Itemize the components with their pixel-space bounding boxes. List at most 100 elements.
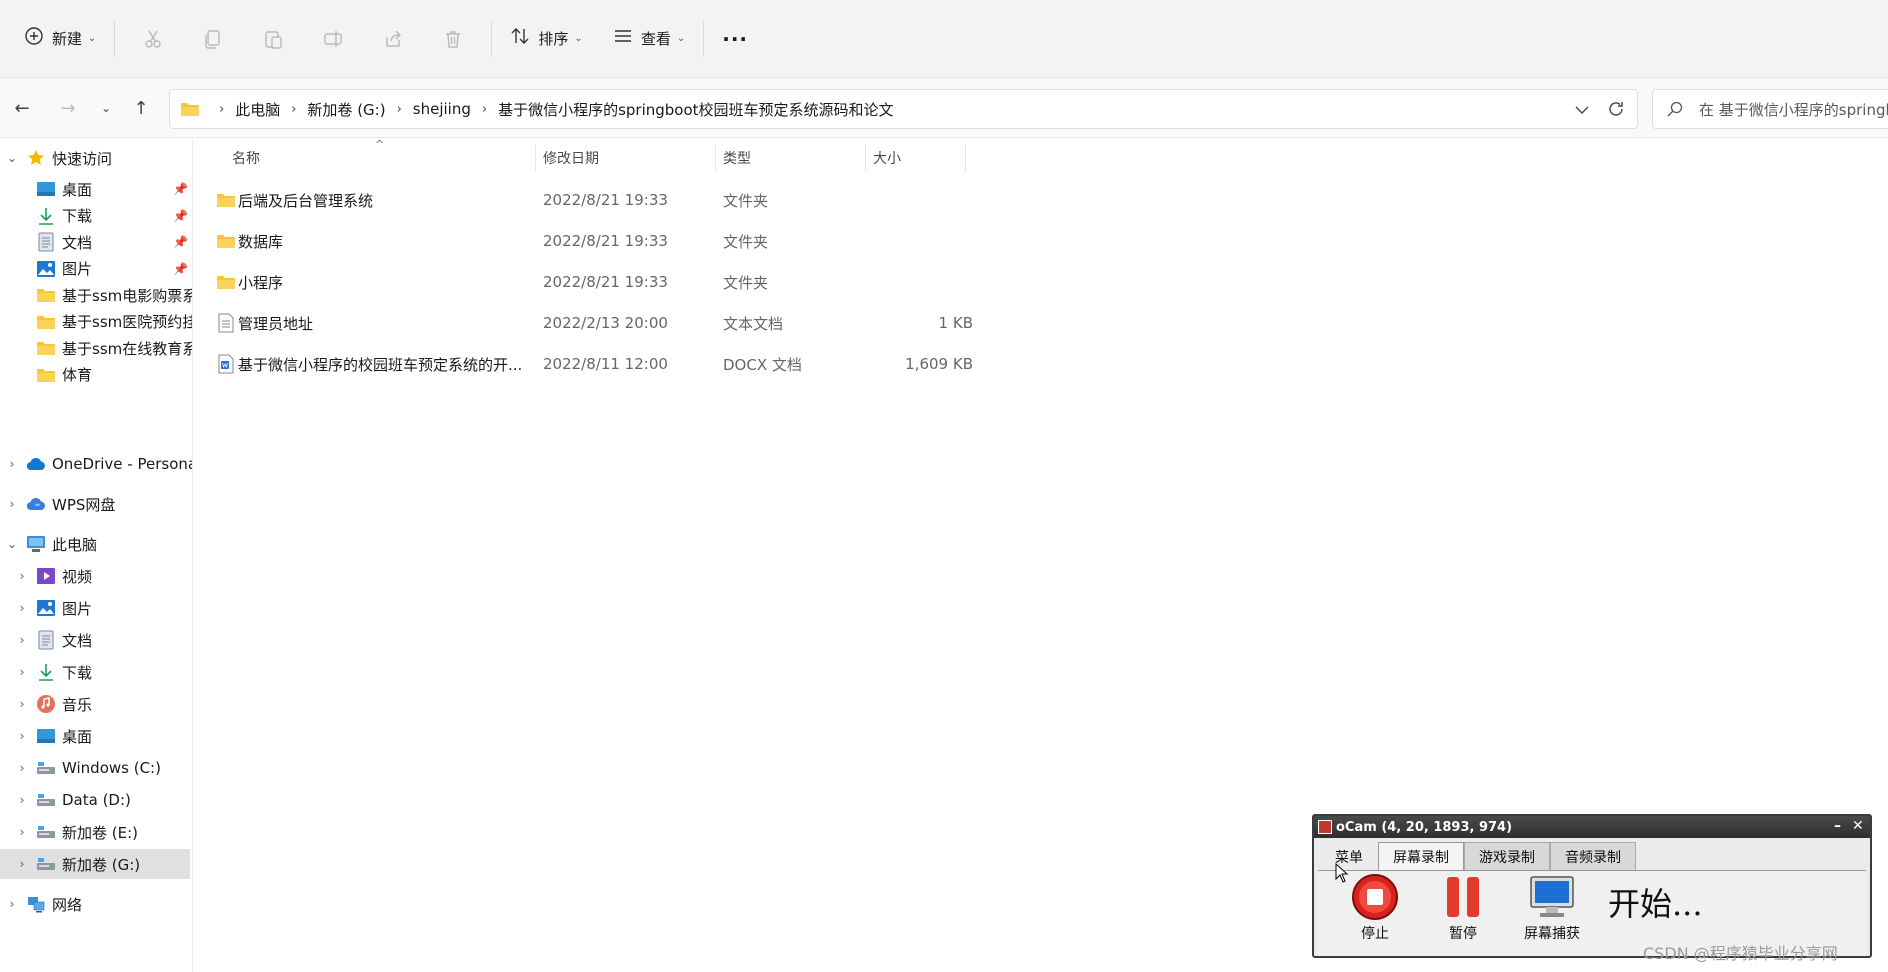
more-icon: ··· xyxy=(722,26,749,51)
sidebar-item-label: 网络 xyxy=(52,895,83,914)
file-type: 文件夹 xyxy=(723,191,769,210)
sidebar-item-quick-3[interactable]: 图片 📌 xyxy=(0,254,192,284)
sidebar-item-pc-1[interactable]: › 图片 xyxy=(0,593,192,623)
recent-locations-button[interactable]: ⌄ xyxy=(94,96,118,120)
sidebar-item-label: 图片 xyxy=(62,260,93,278)
column-header-size[interactable]: 大小 xyxy=(873,138,901,178)
breadcrumb-shejiing[interactable]: shejiing xyxy=(413,100,471,118)
chevron-right-icon[interactable]: › xyxy=(15,729,29,743)
rename-button[interactable] xyxy=(303,19,363,59)
refresh-button[interactable] xyxy=(1600,100,1632,122)
sidebar-item-wps[interactable]: › WPS网盘 xyxy=(0,489,192,519)
sidebar-item-quick-4[interactable]: 基于ssm电影购票系 xyxy=(0,280,192,310)
chevron-right-icon[interactable]: › xyxy=(5,457,19,471)
column-divider[interactable] xyxy=(965,144,966,172)
sidebar-item-pc-5[interactable]: › 桌面 xyxy=(0,721,192,751)
chevron-right-icon[interactable]: › xyxy=(15,857,29,871)
ocam-tab-game-record[interactable]: 游戏录制 xyxy=(1464,842,1550,870)
column-header-type[interactable]: 类型 xyxy=(723,138,751,178)
chevron-right-icon[interactable]: › xyxy=(15,665,29,679)
chevron-right-icon[interactable]: › xyxy=(15,793,29,807)
file-row[interactable]: 后端及后台管理系统 2022/8/21 19:33 文件夹 xyxy=(216,183,1160,217)
ocam-stop-button[interactable]: 停止 xyxy=(1340,873,1410,943)
folder-icon xyxy=(180,101,200,117)
address-history-button[interactable] xyxy=(1566,100,1598,122)
column-divider[interactable] xyxy=(715,144,716,172)
sidebar-item-label: 桌面 xyxy=(62,727,93,746)
new-button[interactable]: 新建 ⌄ xyxy=(14,19,106,59)
ocam-titlebar[interactable]: oCam (4, 20, 1893, 974) – ✕ xyxy=(1314,816,1870,838)
file-row[interactable]: 数据库 2022/8/21 19:33 文件夹 xyxy=(216,224,1160,258)
chevron-right-icon[interactable]: › xyxy=(5,897,19,911)
sidebar-item-quick-6[interactable]: 基于ssm在线教育系 xyxy=(0,333,192,363)
column-header-modified[interactable]: 修改日期 xyxy=(543,138,599,178)
folder-icon xyxy=(36,285,56,305)
chevron-right-icon[interactable]: › xyxy=(15,601,29,615)
pin-icon[interactable]: 📌 xyxy=(173,262,188,276)
chevron-right-icon[interactable]: › xyxy=(15,825,29,839)
sidebar-item-pc-4[interactable]: › 音乐 xyxy=(0,689,192,719)
up-button[interactable]: ↑ xyxy=(129,96,153,120)
sidebar-item-quick-7[interactable]: 体育 xyxy=(0,360,192,390)
sidebar-item-quick-access[interactable]: ⌄ 快速访问 xyxy=(0,143,192,173)
ocam-capture-button[interactable]: 屏幕捕获 xyxy=(1514,873,1590,943)
ocam-pause-label: 暂停 xyxy=(1449,926,1477,942)
file-row[interactable]: 基于微信小程序的校园班车预定系统的开... 2022/8/11 12:00 DOCX… xyxy=(216,347,1160,381)
chevron-down-icon[interactable]: ⌄ xyxy=(5,537,19,551)
view-button[interactable]: 查看 ⌄ xyxy=(603,19,695,59)
sidebar-item-pc-6[interactable]: › Windows (C:) xyxy=(0,753,192,783)
file-row[interactable]: 管理员地址 2022/2/13 20:00 文本文档 1 KB xyxy=(216,306,1160,340)
ocam-menu-tab[interactable]: 菜单 xyxy=(1320,842,1378,870)
paste-button[interactable] xyxy=(243,19,303,59)
sidebar-item-pc-9[interactable]: › 新加卷 (G:) xyxy=(0,849,190,879)
delete-button[interactable] xyxy=(423,19,483,59)
sidebar-item-quick-2[interactable]: 文档 📌 xyxy=(0,227,192,257)
sidebar-item-quick-5[interactable]: 基于ssm医院预约挂 xyxy=(0,307,192,337)
sidebar-item-network[interactable]: › 网络 xyxy=(0,889,192,919)
pause-icon xyxy=(1439,873,1487,921)
sort-label: 排序 xyxy=(538,30,569,48)
breadcrumb-this-pc[interactable]: 此电脑 xyxy=(235,99,280,120)
search-input[interactable]: 在 基于微信小程序的springboot校园班车预定系统源码和论文 中搜索 xyxy=(1652,89,1888,129)
forward-button[interactable]: → xyxy=(56,96,80,120)
file-row[interactable]: 小程序 2022/8/21 19:33 文件夹 xyxy=(216,265,1160,299)
column-divider[interactable] xyxy=(865,144,866,172)
back-button[interactable]: ← xyxy=(10,96,34,120)
breadcrumb-drive-g[interactable]: 新加卷 (G:) xyxy=(307,99,385,120)
address-bar[interactable]: › 此电脑 › 新加卷 (G:) › shejiing › 基于微信小程序的sp… xyxy=(169,89,1638,129)
chevron-down-icon[interactable]: ⌄ xyxy=(5,151,19,165)
sidebar-item-this-pc[interactable]: ⌄ 此电脑 xyxy=(0,529,192,559)
share-button[interactable] xyxy=(363,19,423,59)
file-modified: 2022/8/21 19:33 xyxy=(543,232,668,250)
chevron-right-icon[interactable]: › xyxy=(15,697,29,711)
pin-icon[interactable]: 📌 xyxy=(173,182,188,196)
breadcrumb-current-folder[interactable]: 基于微信小程序的springboot校园班车预定系统源码和论文 xyxy=(498,99,893,120)
close-button[interactable]: ✕ xyxy=(1852,818,1864,834)
sidebar-item-pc-3[interactable]: › 下载 xyxy=(0,657,192,687)
sidebar-item-quick-0[interactable]: 桌面 📌 xyxy=(0,174,192,204)
pin-icon[interactable]: 📌 xyxy=(173,209,188,223)
ocam-pause-button[interactable]: 暂停 xyxy=(1428,873,1498,943)
chevron-right-icon[interactable]: › xyxy=(15,761,29,775)
file-name: 数据库 xyxy=(238,232,284,251)
ocam-tab-audio-record[interactable]: 音频录制 xyxy=(1550,842,1636,870)
pin-icon[interactable]: 📌 xyxy=(173,235,188,249)
chevron-right-icon[interactable]: › xyxy=(5,497,19,511)
chevron-right-icon[interactable]: › xyxy=(15,633,29,647)
sidebar-item-onedrive[interactable]: › OneDrive - Persona xyxy=(0,449,192,479)
sidebar-item-pc-8[interactable]: › 新加卷 (E:) xyxy=(0,817,192,847)
ocam-tab-screen-record[interactable]: 屏幕录制 xyxy=(1378,842,1464,870)
minimize-button[interactable]: – xyxy=(1834,818,1841,834)
sidebar-item-quick-1[interactable]: 下载 📌 xyxy=(0,201,192,231)
chevron-right-icon[interactable]: › xyxy=(15,569,29,583)
cut-button[interactable] xyxy=(123,19,183,59)
sidebar-item-pc-0[interactable]: › 视频 xyxy=(0,561,192,591)
sort-button[interactable]: 排序 ⌄ xyxy=(500,19,592,59)
column-header-name[interactable]: 名称 xyxy=(232,138,260,178)
column-divider[interactable] xyxy=(535,144,536,172)
sidebar-item-pc-7[interactable]: › Data (D:) xyxy=(0,785,192,815)
more-button[interactable]: ··· xyxy=(712,19,758,59)
text-file-icon xyxy=(216,313,236,333)
sidebar-item-pc-2[interactable]: › 文档 xyxy=(0,625,192,655)
copy-button[interactable] xyxy=(183,19,243,59)
